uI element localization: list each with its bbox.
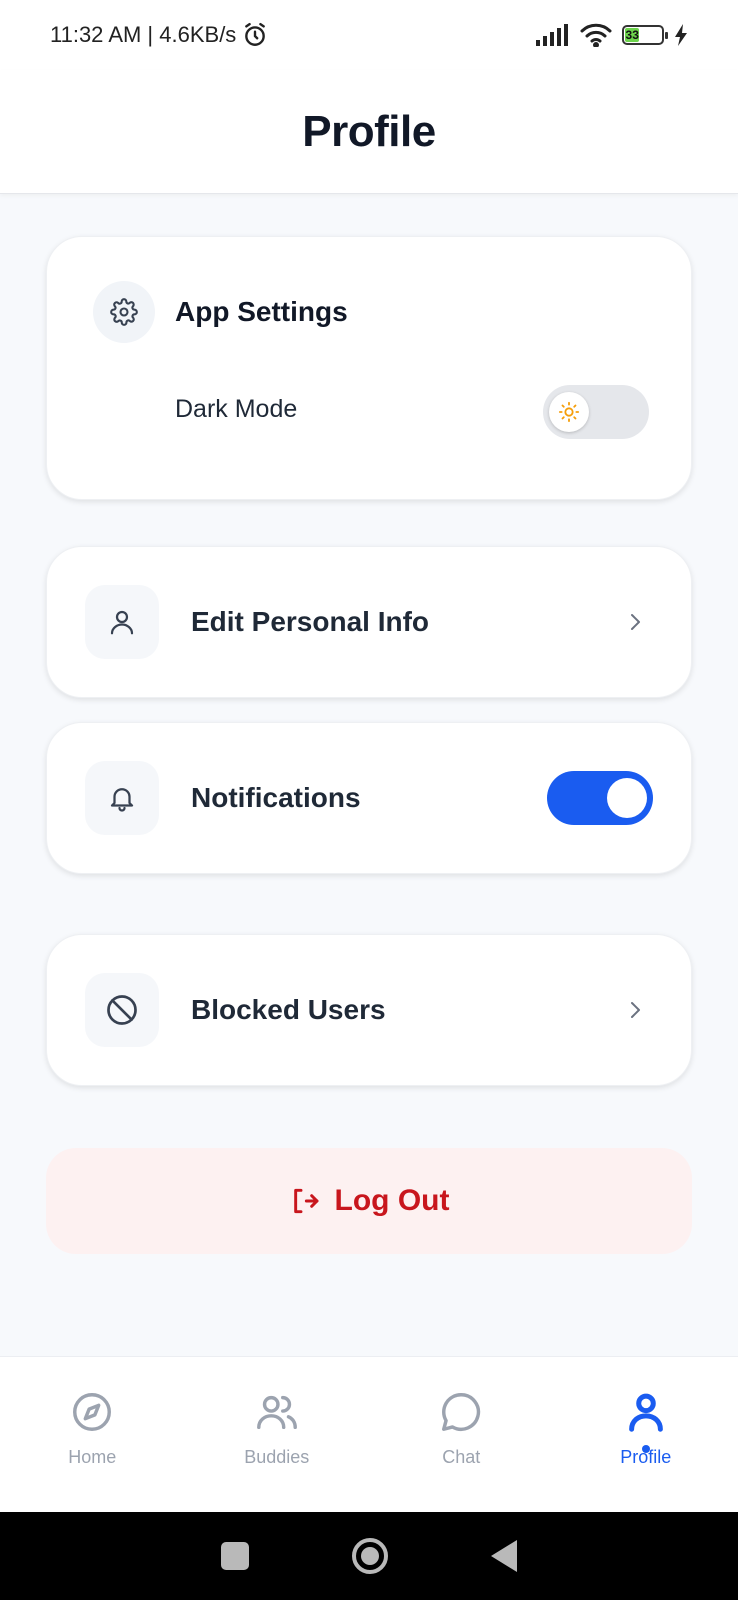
- blocked-users-icon-tile: [85, 973, 159, 1047]
- sun-icon: [558, 401, 580, 423]
- nav-profile[interactable]: Profile: [554, 1357, 738, 1512]
- charging-icon: [675, 24, 687, 46]
- app-settings-title: App Settings: [175, 296, 348, 327]
- notifications-toggle[interactable]: [547, 771, 653, 825]
- logout-button[interactable]: Log Out: [46, 1148, 692, 1254]
- gear-icon: [110, 298, 138, 326]
- chevron-right-icon: [631, 614, 640, 630]
- notifications-knob: [607, 778, 647, 818]
- edit-personal-info-row[interactable]: Edit Personal Info: [46, 546, 692, 698]
- app-settings-card: App Settings Dark Mode: [46, 236, 692, 500]
- chevron-right-icon: [631, 1002, 640, 1018]
- app-header: Profile: [0, 70, 738, 194]
- notifications-label: Notifications: [191, 782, 361, 813]
- edit-info-icon-tile: [85, 585, 159, 659]
- alarm-icon: [245, 22, 266, 46]
- dark-mode-label: Dark Mode: [175, 395, 298, 423]
- recent-apps-button[interactable]: [221, 1542, 250, 1570]
- dark-mode-knob: [549, 392, 589, 432]
- page-title: Profile: [302, 106, 436, 156]
- user-icon: [628, 1393, 663, 1432]
- status-time: 11:32 AM | 4.6KB/s: [50, 22, 237, 47]
- dark-mode-toggle[interactable]: [543, 385, 649, 439]
- chat-bubble-icon: [442, 1393, 481, 1431]
- settings-icon-tile: [93, 281, 155, 343]
- back-button[interactable]: [490, 1540, 517, 1572]
- bottom-nav: Home Buddies Chat Profile: [0, 1356, 738, 1512]
- users-icon: [256, 1395, 297, 1430]
- nav-buddies-label: Buddies: [244, 1447, 310, 1467]
- nav-chat-label: Chat: [442, 1447, 481, 1467]
- battery-fill: 33: [625, 28, 640, 42]
- signal-icon: [536, 24, 568, 46]
- nav-home-label: Home: [68, 1447, 117, 1467]
- user-icon: [110, 610, 134, 635]
- nav-buddies[interactable]: Buddies: [185, 1357, 370, 1512]
- system-nav-bar: [0, 1512, 738, 1600]
- logout-label: Log Out: [334, 1184, 450, 1217]
- app-settings-header: App Settings: [93, 281, 348, 343]
- bell-icon: [110, 788, 134, 812]
- blocked-users-label: Blocked Users: [191, 994, 386, 1025]
- nav-chat[interactable]: Chat: [369, 1357, 554, 1512]
- notifications-row: Notifications: [46, 722, 692, 874]
- battery-level: 33: [625, 28, 639, 42]
- nav-active-indicator: [641, 1445, 650, 1453]
- home-button[interactable]: [351, 1538, 388, 1574]
- edit-personal-info-label: Edit Personal Info: [191, 606, 430, 637]
- home-button-inner: [360, 1547, 379, 1565]
- logout-icon: [293, 1188, 318, 1214]
- profile-screen: 11:32 AM | 4.6KB/s 33 Profile App Settin…: [0, 0, 738, 1600]
- status-right: 33: [536, 23, 688, 47]
- compass-icon: [73, 1393, 112, 1431]
- status-left: 11:32 AM | 4.6KB/s: [50, 22, 268, 48]
- wifi-icon: [580, 23, 612, 47]
- nav-home[interactable]: Home: [0, 1357, 185, 1512]
- notifications-icon-tile: [85, 761, 159, 835]
- blocked-users-row[interactable]: Blocked Users: [46, 934, 692, 1086]
- battery-icon: 33: [622, 25, 668, 45]
- block-icon: [107, 995, 137, 1025]
- status-bar: 11:32 AM | 4.6KB/s 33: [0, 0, 738, 70]
